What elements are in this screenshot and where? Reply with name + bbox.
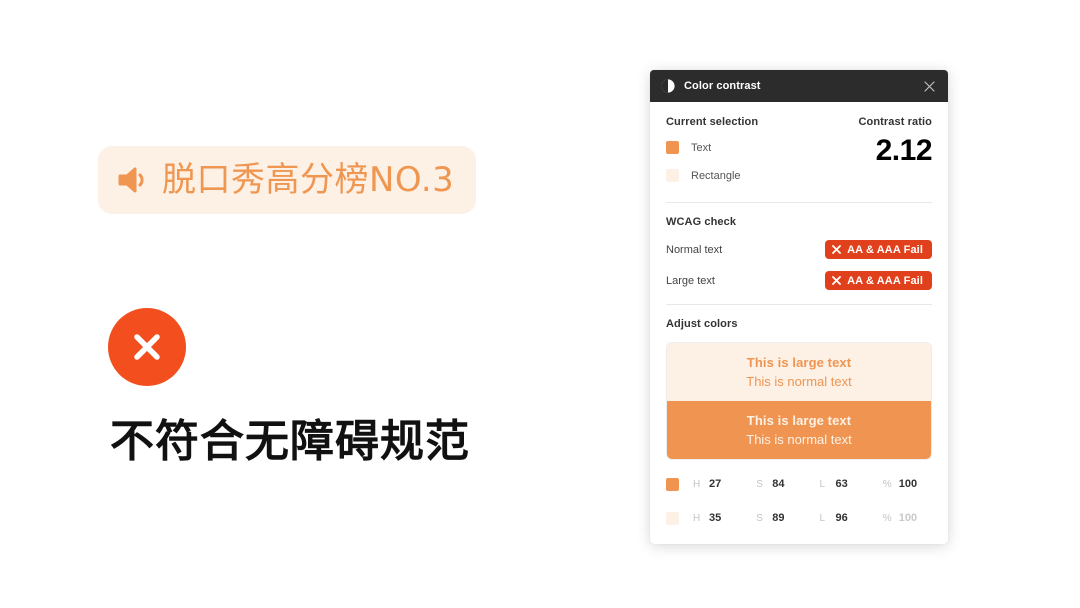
contrast-ratio-value: 2.12 xyxy=(875,134,933,167)
color-adjust-row-rectangle: H 35 S 89 L 96 % 100 xyxy=(666,508,932,528)
current-selection-heading: Current selection xyxy=(666,116,759,128)
wcag-badge-label: AA & AAA Fail xyxy=(847,274,923,287)
hue-label: H xyxy=(693,513,701,524)
wcag-check-section: WCAG check Normal text AA & AAA Fail Lar… xyxy=(650,203,948,304)
hue-label: H xyxy=(693,479,701,490)
lightness-field[interactable]: L 63 xyxy=(820,478,869,490)
x-circle-icon xyxy=(108,308,186,386)
selection-item-label: Text xyxy=(691,141,712,154)
hue-value: 27 xyxy=(709,478,722,490)
saturation-label: S xyxy=(756,479,763,490)
wcag-status-badge-normal[interactable]: AA & AAA Fail xyxy=(825,240,932,259)
verdict-label: 不符合无障碍规范 xyxy=(110,416,470,467)
selection-item-label: Rectangle xyxy=(691,169,741,182)
color-swatch[interactable] xyxy=(666,511,679,525)
example-badge[interactable]: 脱口秀高分榜NO.3 xyxy=(98,146,477,214)
x-icon xyxy=(832,276,842,285)
opacity-value: 100 xyxy=(898,478,918,490)
contrast-ratio-column: Contrast ratio 2.12 xyxy=(824,116,932,184)
adjust-colors-section: Adjust colors This is large text This is… xyxy=(650,305,948,544)
color-swatch[interactable] xyxy=(666,169,679,182)
wcag-status-badge-large[interactable]: AA & AAA Fail xyxy=(825,271,932,290)
design-canvas: 脱口秀高分榜NO.3 不符合无障碍规范 xyxy=(0,0,640,608)
opacity-value: 100 xyxy=(898,512,918,524)
lightness-field[interactable]: L 96 xyxy=(820,512,869,524)
opacity-label: % xyxy=(882,513,892,524)
selection-item-text[interactable]: Text xyxy=(666,139,824,156)
x-glyph xyxy=(134,334,160,360)
lightness-label: L xyxy=(819,513,826,524)
close-button[interactable] xyxy=(920,77,938,95)
color-contrast-panel: Color contrast Current selection Text Re… xyxy=(650,70,948,544)
preview-normal-text: This is normal text xyxy=(746,374,852,389)
adjust-colors-heading: Adjust colors xyxy=(666,318,738,330)
x-icon xyxy=(832,245,842,254)
contrast-circle-icon xyxy=(661,79,675,93)
saturation-field[interactable]: S 84 xyxy=(756,478,805,490)
saturation-value: 84 xyxy=(772,478,785,490)
opacity-field[interactable]: % 100 xyxy=(883,512,932,524)
close-icon xyxy=(923,80,935,92)
wcag-badge-label: AA & AAA Fail xyxy=(847,243,923,256)
example-badge-label: 脱口秀高分榜NO.3 xyxy=(162,160,455,200)
preview-light: This is large text This is normal text xyxy=(667,343,931,401)
wcag-row-normal-text: Normal text AA & AAA Fail xyxy=(666,240,932,259)
lightness-value: 96 xyxy=(835,512,848,524)
hue-field[interactable]: H 35 xyxy=(693,512,742,524)
lightness-label: L xyxy=(819,479,826,490)
color-adjust-row-text: H 27 S 84 L 63 % 100 xyxy=(666,474,932,494)
wcag-row-large-text: Large text AA & AAA Fail xyxy=(666,271,932,290)
color-swatch[interactable] xyxy=(666,141,679,154)
speaker-icon xyxy=(118,167,144,193)
panel-header: Color contrast xyxy=(650,70,948,102)
preview-large-text: This is large text xyxy=(746,355,852,370)
lightness-value: 63 xyxy=(835,478,848,490)
selection-item-rectangle[interactable]: Rectangle xyxy=(666,167,824,184)
wcag-row-label: Large text xyxy=(666,274,715,287)
saturation-label: S xyxy=(756,513,763,524)
wcag-check-heading: WCAG check xyxy=(666,216,737,228)
hue-field[interactable]: H 27 xyxy=(693,478,742,490)
wcag-row-label: Normal text xyxy=(666,243,723,256)
panel-title: Color contrast xyxy=(684,80,761,92)
saturation-field[interactable]: S 89 xyxy=(756,512,805,524)
hue-value: 35 xyxy=(709,512,722,524)
color-preview-card: This is large text This is normal text T… xyxy=(666,342,932,460)
preview-dark: This is large text This is normal text xyxy=(667,401,931,459)
opacity-label: % xyxy=(882,479,892,490)
selection-column: Current selection Text Rectangle xyxy=(666,116,824,184)
saturation-value: 89 xyxy=(772,512,785,524)
opacity-field[interactable]: % 100 xyxy=(883,478,932,490)
preview-normal-text: This is normal text xyxy=(746,432,852,447)
current-selection-section: Current selection Text Rectangle Contras… xyxy=(650,102,948,184)
contrast-ratio-heading: Contrast ratio xyxy=(858,116,932,128)
preview-large-text: This is large text xyxy=(746,413,852,428)
color-swatch[interactable] xyxy=(666,477,679,491)
